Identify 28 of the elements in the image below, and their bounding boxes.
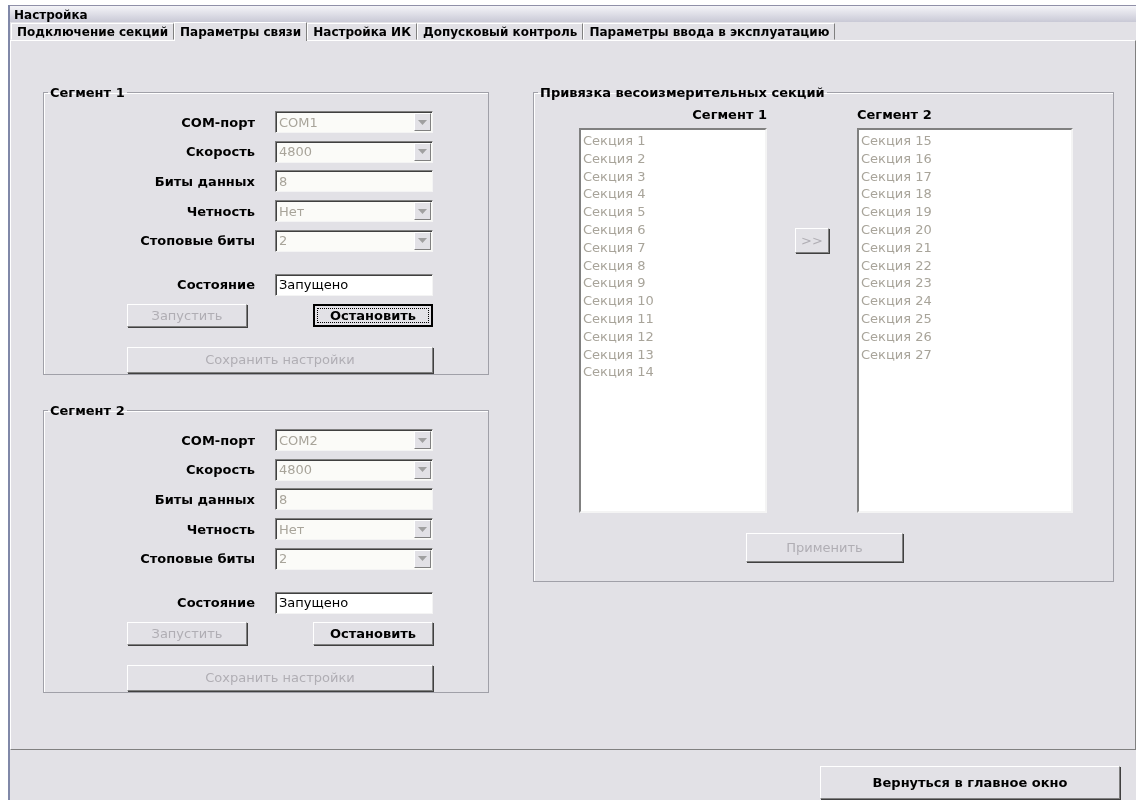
group-title: Привязка весоизмерительных секций [539, 85, 826, 100]
column-header: Сегмент 2 [857, 107, 933, 122]
group-title: Сегмент 2 [49, 403, 126, 418]
input-field[interactable]: Запущено [275, 273, 433, 296]
field-label: Биты данных [153, 173, 255, 189]
stop-button[interactable]: Остановить [313, 621, 433, 645]
window-title: Настройка [10, 5, 1136, 22]
tab[interactable]: Настройка ИК [307, 23, 417, 40]
field-label: Стоповые биты [139, 551, 255, 567]
field-label: Скорость [185, 144, 255, 160]
tab[interactable]: Допусковый контроль [416, 23, 584, 40]
group-title: Сегмент 1 [49, 85, 126, 100]
field-label: COM-порт [180, 114, 255, 130]
field-label: COM-порт [180, 432, 255, 448]
return-button[interactable]: Вернуться в главное окно [820, 766, 1120, 799]
field-label: Состояние [176, 595, 255, 611]
column-header: Сегмент 1 [691, 107, 767, 122]
tab[interactable]: Параметры ввода в эксплуатацию [583, 23, 836, 40]
input-field[interactable]: Запущено [275, 591, 433, 614]
tab[interactable]: Параметры связи [174, 22, 308, 41]
stop-button[interactable]: Остановить [313, 303, 433, 327]
field-label: Четность [185, 521, 255, 537]
field-label: Скорость [185, 462, 255, 478]
tab[interactable]: Подключение секций [11, 23, 175, 40]
field-label: Биты данных [153, 491, 255, 507]
field-label: Стоповые биты [139, 233, 255, 249]
field-label: Состояние [176, 277, 255, 293]
field-label: Четность [185, 203, 255, 219]
